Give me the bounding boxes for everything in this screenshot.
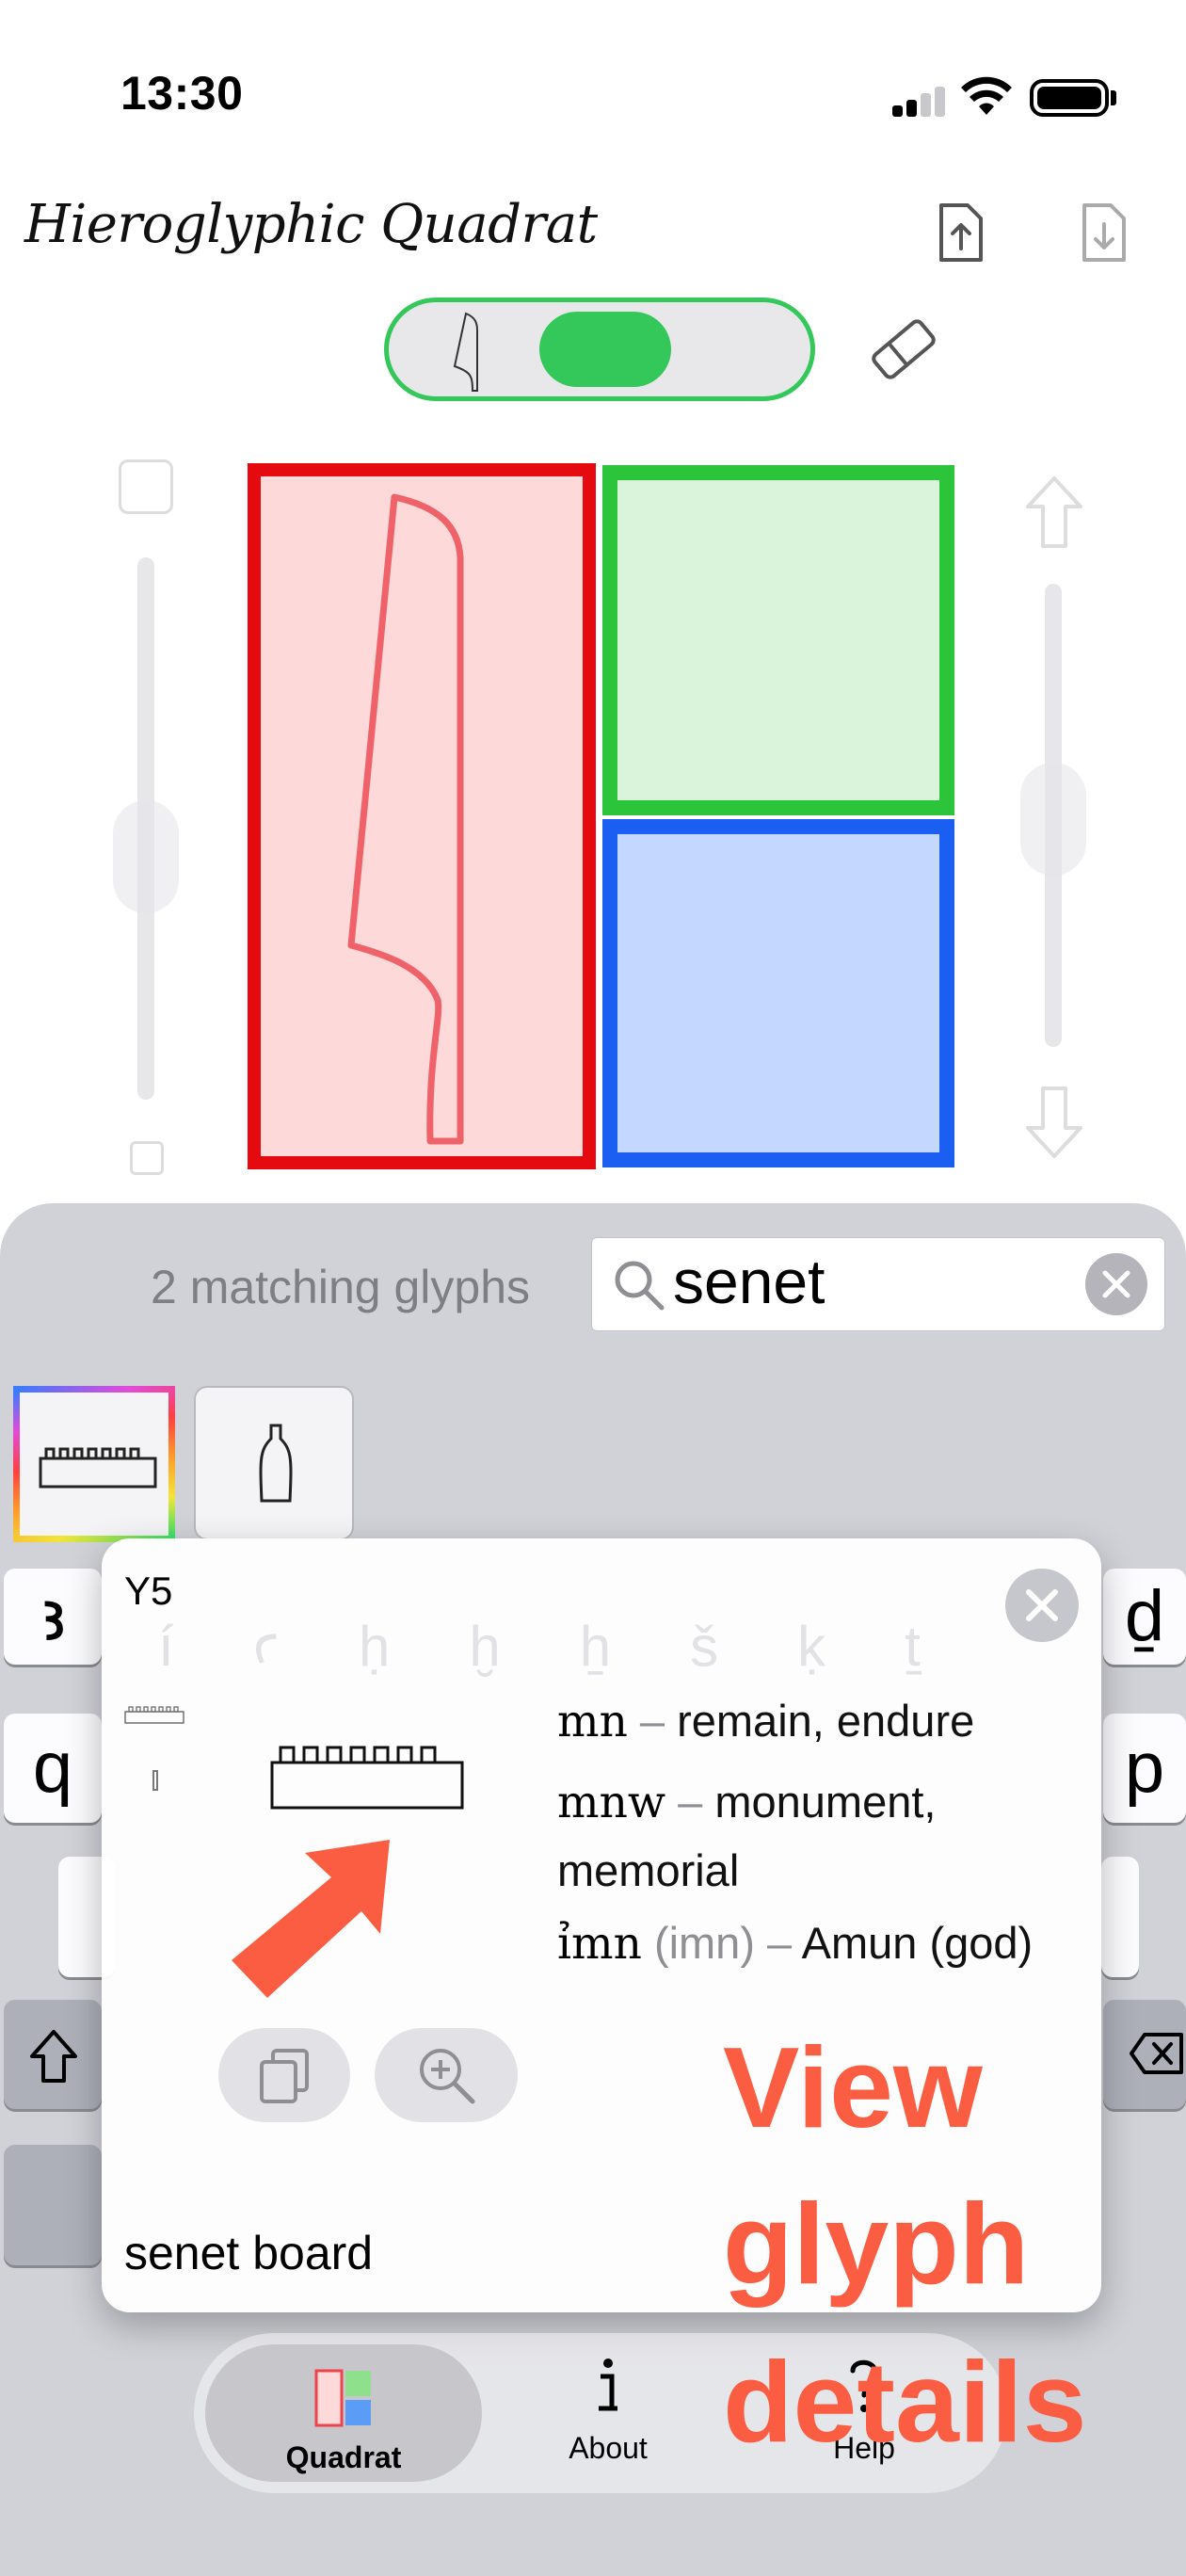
glyph-description: senet board [124, 2227, 374, 2279]
export-icon[interactable] [932, 200, 988, 266]
glyph-tile-senet-board[interactable] [13, 1386, 175, 1542]
left-slider-thumb[interactable] [113, 800, 179, 913]
key-l[interactable] [1101, 1857, 1139, 1977]
eraser-icon[interactable] [866, 316, 941, 382]
quadrat-cell-red[interactable] [248, 463, 596, 1169]
match-count: 2 matching glyphs [151, 1261, 531, 1313]
knife-glyph [347, 493, 464, 1145]
glyph-tile-piece[interactable] [194, 1386, 354, 1540]
key-p[interactable]: p [1103, 1714, 1186, 1823]
keyboard-ghost-row: íꜥḥḫẖšḳṯ [158, 1615, 1000, 1678]
annotation-line-3: details [723, 2338, 1087, 2466]
tab-quadrat[interactable]: Quadrat [205, 2344, 482, 2482]
annotation-line-1: View [723, 2023, 983, 2151]
glyph-code: Y5 [124, 1569, 173, 1613]
reading-row: ỉmn (imn) – Amun (god) [557, 1909, 1084, 1978]
arrow-up-icon[interactable] [1024, 475, 1084, 550]
copy-button[interactable] [218, 2028, 350, 2122]
reading-translit: ỉmn [557, 1918, 642, 1970]
close-icon [1026, 1589, 1058, 1621]
tab-label: Quadrat [285, 2440, 402, 2474]
app-title: Hieroglyphic Quadrat [24, 194, 598, 255]
status-time: 13:30 [120, 67, 244, 120]
game-piece-glyph [259, 1424, 293, 1503]
quadrat-cell-blue[interactable] [602, 819, 954, 1167]
knife-glyph-icon [453, 312, 478, 392]
reading-alt: (imn) [653, 1918, 755, 1968]
switch-knob[interactable] [539, 312, 671, 387]
search-icon [615, 1261, 665, 1311]
reading-separator: – [678, 1777, 703, 1827]
copy-icon [260, 2049, 309, 2103]
cellular-signal-icon [892, 87, 947, 117]
top-checkbox[interactable] [119, 459, 173, 514]
reading-translit: mn [557, 1696, 628, 1747]
senet-board-glyph [39, 1447, 157, 1489]
bottom-checkbox[interactable] [130, 1141, 164, 1175]
reading-translit: mnw [557, 1777, 666, 1828]
quadrat-icon [314, 2369, 371, 2427]
annotation-line-2: glyph [723, 2180, 1030, 2308]
small-vertical-glyph [152, 1770, 158, 1791]
senet-board-large-glyph [270, 1746, 464, 1810]
reading-meaning: remain, endure [677, 1696, 975, 1746]
reading-separator: – [639, 1696, 665, 1746]
battery-cap [1111, 90, 1116, 105]
search-clear-button[interactable] [1085, 1253, 1147, 1315]
popup-close-button[interactable] [1005, 1569, 1079, 1642]
search-input[interactable]: senet [673, 1246, 825, 1317]
small-senet-glyph [124, 1706, 184, 1724]
tab-label: About [569, 2431, 648, 2465]
tab-about[interactable]: About [514, 2352, 702, 2474]
annotation-arrow [232, 1840, 390, 1998]
reading-row: mn – remain, endure [557, 1687, 1084, 1756]
shift-key[interactable] [4, 2000, 102, 2109]
delete-key[interactable] [1103, 2000, 1186, 2109]
import-icon[interactable] [1075, 200, 1131, 266]
magnify-plus-icon [420, 2049, 475, 2104]
key-q[interactable]: q [4, 1714, 102, 1823]
close-icon [1102, 1270, 1130, 1298]
info-icon [599, 2359, 617, 2411]
reading-meaning: Amun (god) [801, 1918, 1034, 1968]
backspace-icon [1130, 2033, 1183, 2074]
zoom-button[interactable] [375, 2028, 518, 2122]
globe-key[interactable] [4, 2145, 102, 2265]
glyph-toggle-switch[interactable] [384, 298, 815, 401]
key-aleph[interactable]: ꜣ [4, 1569, 102, 1665]
right-slider-thumb[interactable] [1020, 763, 1086, 876]
battery-icon [1030, 79, 1109, 117]
reading-separator: – [767, 1918, 793, 1968]
key-dj[interactable]: ḏ [1103, 1569, 1186, 1665]
arrow-down-icon[interactable] [1024, 1085, 1084, 1160]
shift-icon [30, 2030, 77, 2083]
wifi-icon [961, 76, 1012, 115]
search-field[interactable]: senet [591, 1237, 1165, 1331]
quadrat-cell-green[interactable] [602, 465, 954, 815]
reading-row: mnw – monument, memorial [557, 1768, 1084, 1905]
